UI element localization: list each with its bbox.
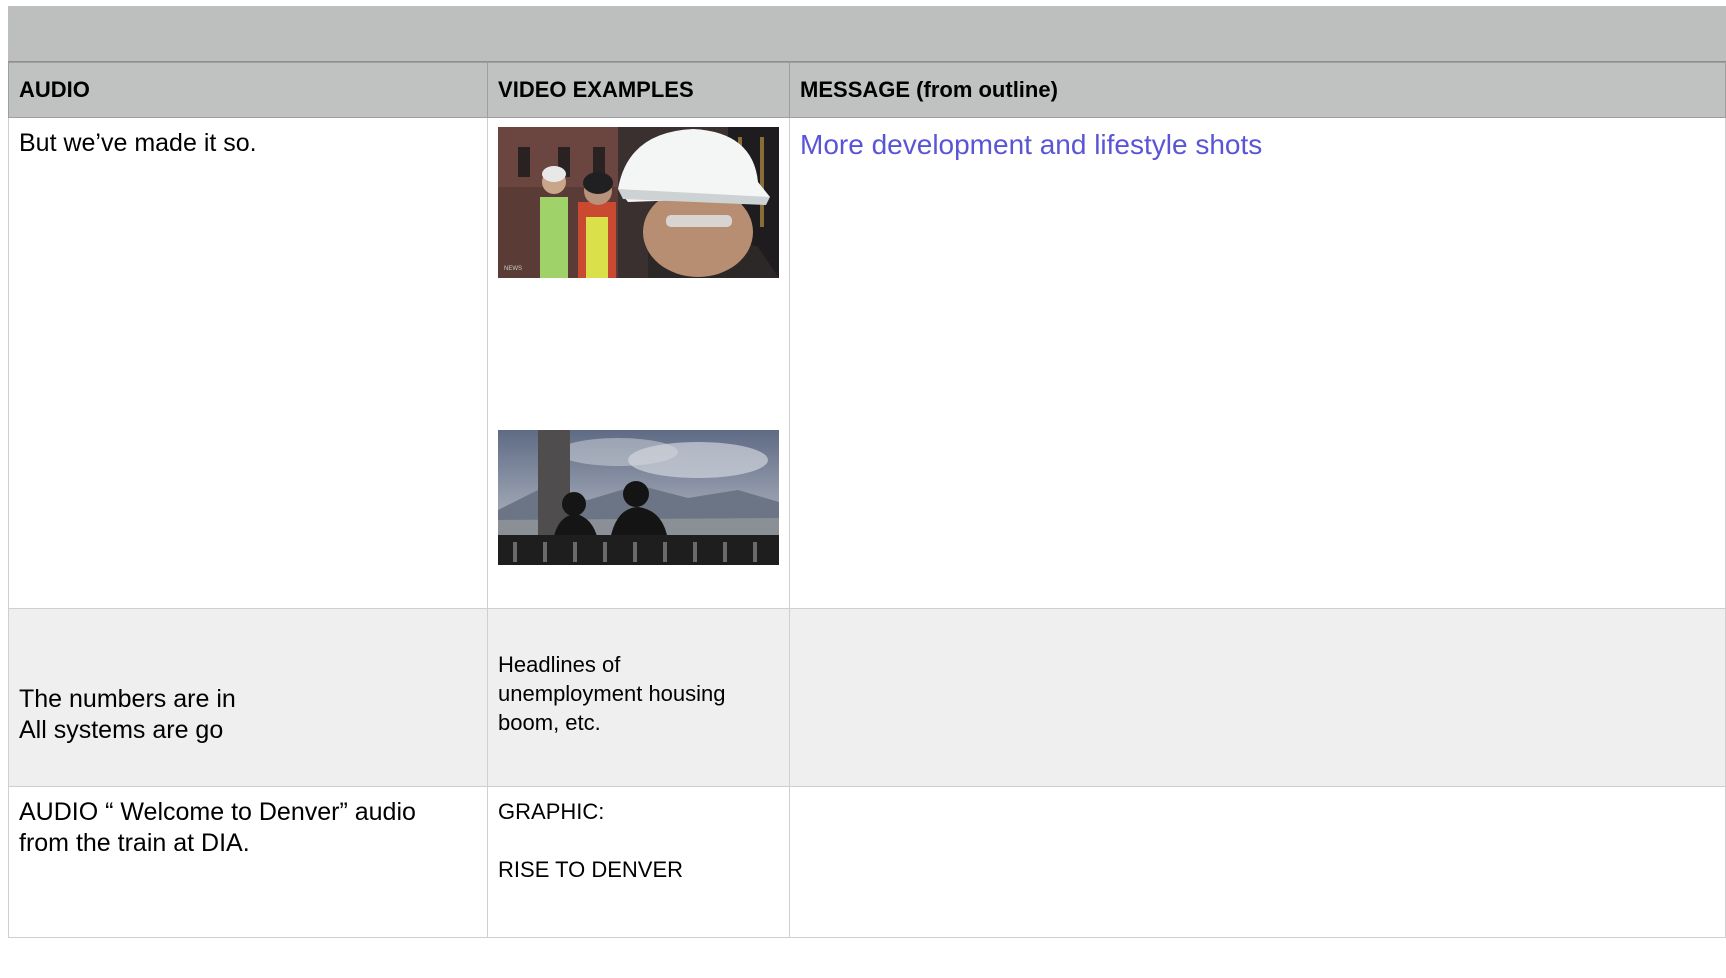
video-line: Headlines of xyxy=(498,652,621,677)
video-line: unemployment housing xyxy=(498,681,726,706)
message-cell: More development and lifestyle shots xyxy=(789,117,1726,609)
message-cell xyxy=(789,786,1726,938)
header-audio: AUDIO xyxy=(8,62,489,118)
audio-cell: The numbers are in All systems are go xyxy=(8,608,489,787)
message-link[interactable]: More development and lifestyle shots xyxy=(790,118,1725,162)
video-line: RISE TO DENVER xyxy=(498,857,684,882)
script-document: AUDIO VIDEO EXAMPLES MESSAGE (from outli… xyxy=(8,6,1726,978)
svg-text:NEWS: NEWS xyxy=(504,266,522,272)
audio-cell: AUDIO “ Welcome to Denver” audio from th… xyxy=(8,786,489,938)
audio-text: But we’ve made it so. xyxy=(19,129,257,157)
audio-line: from the train at DIA. xyxy=(19,829,250,857)
title-band xyxy=(8,6,1726,62)
audio-line: AUDIO “ Welcome to Denver” audio xyxy=(19,798,416,826)
audio-line: All systems are go xyxy=(19,716,224,744)
audio-cell: But we’ve made it so. xyxy=(8,117,489,609)
header-video-examples: VIDEO EXAMPLES xyxy=(487,62,791,118)
table-row: AUDIO “ Welcome to Denver” audio from th… xyxy=(8,786,1726,938)
video-cell: Headlines of unemployment housing boom, … xyxy=(487,608,791,787)
header-row: AUDIO VIDEO EXAMPLES MESSAGE (from outli… xyxy=(8,62,1726,118)
construction-workers-hardhats-image: NEWS xyxy=(498,127,780,278)
video-cell: GRAPHIC: RISE TO DENVER xyxy=(487,786,791,938)
message-cell xyxy=(789,608,1726,787)
script-table: AUDIO VIDEO EXAMPLES MESSAGE (from outli… xyxy=(8,62,1726,938)
audio-line: The numbers are in xyxy=(19,685,236,713)
video-line: GRAPHIC: xyxy=(498,799,605,824)
video-cell: NEWS xyxy=(487,117,791,609)
table-row: The numbers are in All systems are go He… xyxy=(8,608,1726,787)
table-row: But we’ve made it so. NEWS More developm… xyxy=(8,117,1726,609)
header-message: MESSAGE (from outline) xyxy=(789,62,1726,118)
video-line: boom, etc. xyxy=(498,710,601,735)
couple-on-bench-mountains-image xyxy=(498,430,780,565)
